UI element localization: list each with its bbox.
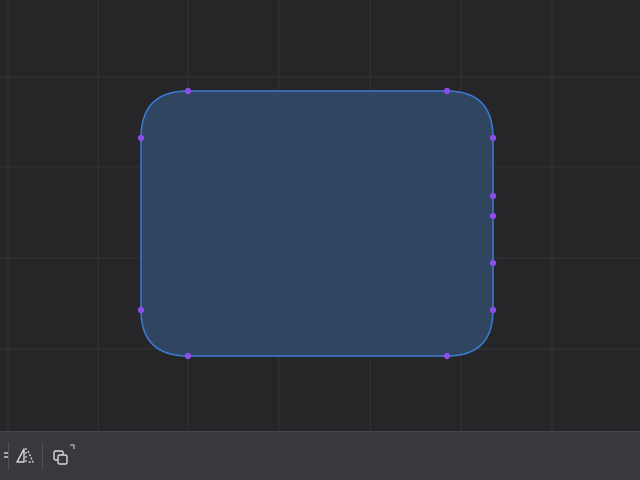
selection-handle[interactable]: [489, 306, 497, 314]
flip-tool-button[interactable]: [11, 442, 39, 470]
duplicate-tool-button[interactable]: [48, 442, 76, 470]
canvas-surface[interactable]: [0, 0, 640, 431]
selection-handle[interactable]: [489, 212, 497, 220]
drawing-canvas[interactable]: [0, 0, 640, 431]
toolbar-divider: [42, 442, 43, 470]
rounded-rectangle-shape[interactable]: [140, 90, 494, 357]
toolbar-divider: [8, 442, 9, 470]
selection-handle[interactable]: [137, 306, 145, 314]
selection-handle[interactable]: [137, 134, 145, 142]
selection-handle[interactable]: [489, 192, 497, 200]
selection-handle[interactable]: [184, 87, 192, 95]
duplicate-icon: [48, 443, 76, 469]
bottom-toolbar: [0, 431, 640, 480]
selection-handle[interactable]: [184, 352, 192, 360]
selection-handle[interactable]: [443, 87, 451, 95]
selection-handle[interactable]: [489, 134, 497, 142]
selection-handle[interactable]: [443, 352, 451, 360]
flip-horizontal-icon: [14, 445, 36, 467]
selection-handle[interactable]: [489, 259, 497, 267]
